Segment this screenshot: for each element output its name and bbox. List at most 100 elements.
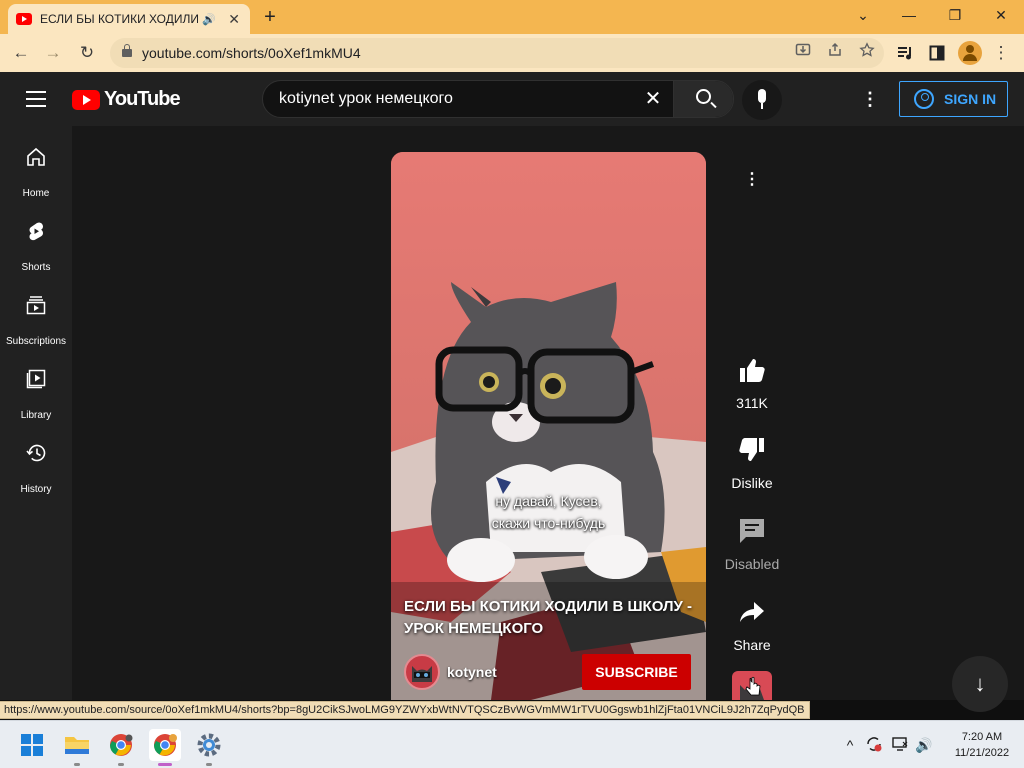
minimize-button[interactable]: — xyxy=(886,0,932,30)
subtitle-line-2: скажи что-нибудь xyxy=(491,515,606,531)
settings-more-icon[interactable]: ⋮ xyxy=(860,88,880,110)
youtube-favicon-icon xyxy=(16,13,32,25)
account-icon xyxy=(914,89,934,109)
comment-icon xyxy=(740,519,764,543)
settings-taskbar-button[interactable] xyxy=(193,729,225,766)
tab-title: ЕСЛИ БЫ КОТИКИ ХОДИЛИ xyxy=(40,12,199,26)
tab-search-chevron-icon[interactable]: ⌄ xyxy=(840,0,886,30)
sign-in-label: SIGN IN xyxy=(944,91,997,107)
share-arrow-icon xyxy=(740,602,764,622)
sidebar-item-library[interactable]: Library xyxy=(0,358,72,432)
sound-remix-thumbnail[interactable] xyxy=(732,671,772,700)
link-status-bubble: https://www.youtube.com/source/0oXef1mkM… xyxy=(0,701,810,719)
folder-icon xyxy=(65,737,89,754)
hamburger-menu-icon[interactable] xyxy=(26,91,46,107)
tab-close-icon[interactable]: ✕ xyxy=(226,11,242,28)
chrome-taskbar-button[interactable] xyxy=(105,729,137,766)
subscribe-button[interactable]: SUBSCRIBE xyxy=(582,654,691,690)
search-input[interactable]: kotiynet урок немецкого xyxy=(263,81,673,117)
tab-audio-icon[interactable]: 🔊 xyxy=(202,13,218,26)
forward-button[interactable]: → xyxy=(40,40,66,66)
sidebar-item-home[interactable]: Home xyxy=(0,136,72,210)
subscriptions-icon xyxy=(26,296,46,315)
voice-search-icon[interactable] xyxy=(742,80,782,120)
lock-icon[interactable] xyxy=(122,44,132,57)
browser-toolbar: ← → ↻ youtube.com/shorts/0oXef1mkMU4 ⋮ xyxy=(0,34,1024,72)
home-icon xyxy=(27,147,45,166)
media-control-icon[interactable] xyxy=(892,40,918,66)
youtube-wordmark: YouTube xyxy=(104,88,181,110)
sidebar-item-label: Shorts xyxy=(21,262,51,273)
windows-logo-icon xyxy=(21,734,43,756)
sidebar-item-history[interactable]: History xyxy=(0,432,72,506)
share-button[interactable]: Share xyxy=(718,598,786,653)
browser-tab[interactable]: ЕСЛИ БЫ КОТИКИ ХОДИЛИ 🔊 ✕ xyxy=(8,4,250,34)
running-indicator xyxy=(118,763,124,766)
dislike-button[interactable]: Dislike xyxy=(718,436,786,491)
tray-overflow-chevron-icon[interactable]: ^ xyxy=(840,735,860,755)
thumbs-down-icon xyxy=(739,438,764,461)
volume-icon[interactable]: 🔊 xyxy=(914,735,934,755)
sidebar-item-label: History xyxy=(20,484,52,495)
active-indicator xyxy=(158,763,172,766)
gear-icon xyxy=(197,733,221,757)
share-page-icon[interactable] xyxy=(824,42,846,64)
window-close-button[interactable]: ✕ xyxy=(978,0,1024,30)
clock-time: 7:20 AM xyxy=(961,731,1003,743)
bookmark-star-icon[interactable] xyxy=(856,42,878,64)
running-indicator xyxy=(206,763,212,766)
comments-disabled-label: Disabled xyxy=(724,556,780,572)
video-subtitle: ну давай, Кусев, скажи что-нибудь xyxy=(391,490,706,534)
shorts-icon xyxy=(29,222,43,241)
side-panel-icon[interactable] xyxy=(924,40,950,66)
reload-button[interactable]: ↻ xyxy=(74,40,100,66)
guide-sidebar: Home Shorts Subscriptions Library Histor… xyxy=(0,126,72,700)
network-icon[interactable] xyxy=(890,735,910,755)
url-text: youtube.com/shorts/0oXef1mkMU4 xyxy=(142,45,361,61)
clock-date: 11/21/2022 xyxy=(954,747,1010,759)
comments-button[interactable]: Disabled xyxy=(718,517,786,572)
dislike-label: Dislike xyxy=(731,475,773,491)
running-indicator xyxy=(74,763,80,766)
chrome-profile-icon xyxy=(154,734,177,756)
sidebar-item-subscriptions[interactable]: Subscriptions xyxy=(0,284,72,358)
short-video-player[interactable]: ну давай, Кусев, скажи что-нибудь ЕСЛИ Б… xyxy=(391,152,706,700)
sidebar-item-shorts[interactable]: Shorts xyxy=(0,210,72,284)
youtube-masthead: YouTube kotiynet урок немецкого ✕ ⋮ SIGN… xyxy=(0,72,1024,126)
browser-menu-icon[interactable]: ⋮ xyxy=(988,40,1014,66)
windows-taskbar: ^ 🔊 7:20 AM 11/21/2022 xyxy=(0,720,1024,768)
sync-status-icon[interactable] xyxy=(864,735,884,755)
share-label: Share xyxy=(733,637,771,653)
browser-tabstrip: ЕСЛИ БЫ КОТИКИ ХОДИЛИ 🔊 ✕ + ⌄ — ❐ ✕ xyxy=(0,0,1024,34)
subtitle-line-1: ну давай, Кусев, xyxy=(495,493,602,509)
short-more-icon[interactable]: ⋮ xyxy=(742,170,762,190)
channel-avatar[interactable] xyxy=(404,654,440,690)
history-icon xyxy=(26,444,46,462)
new-tab-button[interactable]: + xyxy=(258,5,282,29)
channel-cat-logo-icon xyxy=(412,666,432,682)
search-button[interactable] xyxy=(673,81,733,117)
start-button[interactable] xyxy=(16,729,48,761)
file-explorer-button[interactable] xyxy=(61,729,93,766)
channel-name[interactable]: kotynet xyxy=(447,664,497,680)
install-app-icon[interactable] xyxy=(792,42,814,64)
youtube-play-icon xyxy=(72,89,100,110)
sidebar-item-label: Home xyxy=(22,188,50,199)
back-button[interactable]: ← xyxy=(8,40,34,66)
sign-in-button[interactable]: SIGN IN xyxy=(899,81,1008,117)
like-count: 311K xyxy=(736,395,768,411)
chrome-profile-taskbar-button[interactable] xyxy=(149,729,181,766)
youtube-logo[interactable]: YouTube xyxy=(72,88,181,111)
clear-search-icon[interactable]: ✕ xyxy=(643,89,663,109)
thumbs-up-icon xyxy=(740,359,765,382)
sidebar-item-label: Subscriptions xyxy=(5,336,67,347)
short-title[interactable]: ЕСЛИ БЫ КОТИКИ ХОДИЛИ В ШКОЛУ - УРОК НЕМ… xyxy=(404,596,694,640)
search-icon xyxy=(696,89,711,104)
like-button[interactable]: 311K xyxy=(718,356,786,411)
next-short-button[interactable]: ↓ xyxy=(952,656,1008,712)
profile-avatar[interactable] xyxy=(958,41,982,65)
restore-button[interactable]: ❐ xyxy=(932,0,978,30)
search-box: kotiynet урок немецкого ✕ xyxy=(262,80,734,118)
system-clock[interactable]: 7:20 AM 11/21/2022 xyxy=(944,729,1020,761)
address-bar[interactable]: youtube.com/shorts/0oXef1mkMU4 xyxy=(110,38,884,68)
